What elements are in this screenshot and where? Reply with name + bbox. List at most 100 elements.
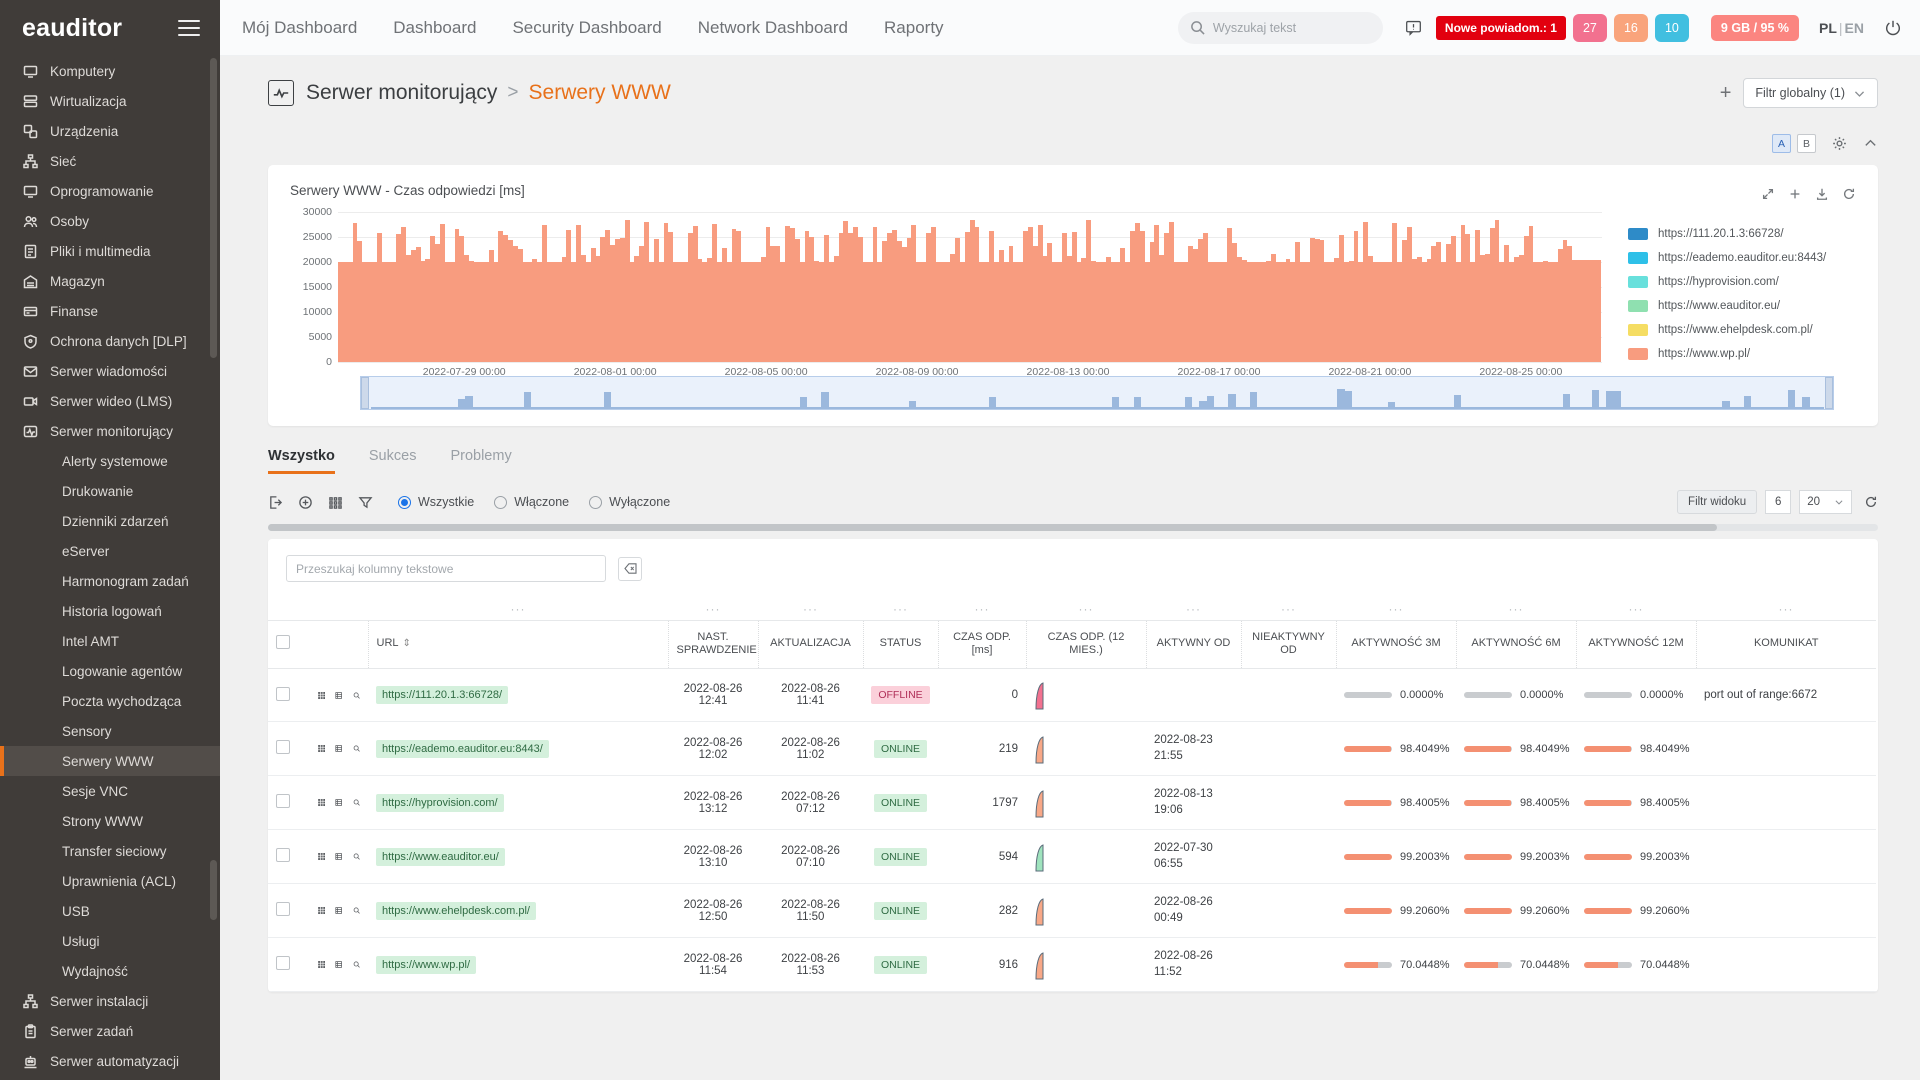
sidebar-item-drukowanie[interactable]: Drukowanie bbox=[0, 476, 220, 506]
horizontal-scrollbar[interactable] bbox=[268, 524, 1878, 531]
refresh-icon[interactable] bbox=[1842, 187, 1856, 201]
sidebar-item-komputery[interactable]: Komputery bbox=[0, 56, 220, 86]
url-cell[interactable]: https://www.wp.pl/ bbox=[368, 937, 668, 993]
grid-icon[interactable] bbox=[318, 689, 326, 702]
search-icon[interactable] bbox=[353, 689, 360, 702]
tab-sukces[interactable]: Sukces bbox=[369, 448, 435, 476]
view-filter-button[interactable]: Filtr widoku bbox=[1677, 490, 1758, 514]
layout-b-button[interactable]: B bbox=[1797, 134, 1816, 153]
sidebar-item-dzienniki-zdarze[interactable]: Dzienniki zdarzeń bbox=[0, 506, 220, 536]
sidebar-item-urz-dzenia[interactable]: Urządzenia bbox=[0, 116, 220, 146]
url-link[interactable]: https://eademo.eauditor.eu:8443/ bbox=[376, 739, 549, 758]
sidebar-item-serwer-wiadomo-ci[interactable]: Serwer wiadomości bbox=[0, 356, 220, 386]
sidebar-item-alerty-systemowe[interactable]: Alerty systemowe bbox=[0, 446, 220, 476]
column-header-czas-odp-ms[interactable]: CZAS ODP. [ms] bbox=[937, 619, 1026, 669]
radio-wyłączone[interactable]: Wyłączone bbox=[589, 495, 670, 509]
search-input[interactable] bbox=[1212, 20, 1374, 35]
sidebar-scrollbar-secondary[interactable] bbox=[210, 860, 217, 920]
sidebar-item-wirtualizacja[interactable]: Wirtualizacja bbox=[0, 86, 220, 116]
expand-icon[interactable] bbox=[1761, 187, 1775, 201]
notification-icon[interactable] bbox=[1405, 19, 1422, 36]
tab-problemy[interactable]: Problemy bbox=[450, 448, 529, 476]
top-nav-item-dashboard[interactable]: Dashboard bbox=[375, 18, 494, 38]
top-nav-item-network-dashboard[interactable]: Network Dashboard bbox=[680, 18, 866, 38]
sidebar-item-harmonogram-zada[interactable]: Harmonogram zadań bbox=[0, 566, 220, 596]
row-checkbox[interactable] bbox=[276, 794, 290, 809]
page-size-select[interactable]: 20 bbox=[1799, 490, 1852, 514]
legend-item[interactable]: https://www.wp.pl/ bbox=[1628, 342, 1856, 366]
column-header-status[interactable]: STATUS bbox=[862, 619, 938, 669]
url-link[interactable]: https://www.eauditor.eu/ bbox=[376, 847, 505, 866]
table-icon[interactable] bbox=[335, 904, 343, 917]
table-icon[interactable] bbox=[335, 796, 343, 809]
sort-arrow-icon[interactable]: ⇕ bbox=[403, 638, 411, 649]
add-circle-icon[interactable] bbox=[298, 495, 313, 510]
notification-badge[interactable]: Nowe powiadom.: 1 bbox=[1435, 15, 1566, 40]
counter-badge-1[interactable]: 27 bbox=[1572, 13, 1607, 42]
column-header-url[interactable]: URL ⇕ bbox=[367, 619, 668, 669]
refresh-icon[interactable] bbox=[1864, 495, 1878, 509]
sidebar-item-sesje-vnc[interactable]: Sesje VNC bbox=[0, 776, 220, 806]
download-icon[interactable] bbox=[1815, 187, 1829, 201]
table-icon[interactable] bbox=[335, 742, 343, 755]
sidebar-item-uprawnienia-acl[interactable]: Uprawnienia (ACL) bbox=[0, 866, 220, 896]
search-box[interactable] bbox=[1177, 11, 1383, 44]
url-link[interactable]: https://www.ehelpdesk.com.pl/ bbox=[376, 901, 536, 920]
column-search-input[interactable]: Przeszukaj kolumny tekstowe bbox=[286, 555, 606, 582]
counter-badge-2[interactable]: 16 bbox=[1613, 13, 1648, 42]
row-checkbox[interactable] bbox=[276, 848, 290, 863]
sidebar-item-intel-amt[interactable]: Intel AMT bbox=[0, 626, 220, 656]
column-menu-dots[interactable]: ··· bbox=[368, 594, 668, 620]
column-menu-dots[interactable]: ··· bbox=[668, 594, 758, 620]
tab-wszystko[interactable]: Wszystko bbox=[268, 448, 353, 476]
breadcrumb-parent[interactable]: Serwer monitorujący bbox=[306, 81, 497, 105]
url-link[interactable]: https://www.wp.pl/ bbox=[376, 955, 477, 974]
memory-badge[interactable]: 9 GB / 95 % bbox=[1710, 14, 1800, 41]
export-icon[interactable] bbox=[268, 495, 283, 510]
sidebar-item-serwer-instalacji[interactable]: Serwer instalacji bbox=[0, 986, 220, 1016]
url-cell[interactable]: https://111.20.1.3:66728/ bbox=[368, 668, 668, 722]
sidebar-item-historia-logowa[interactable]: Historia logowań bbox=[0, 596, 220, 626]
sidebar-item-oprogramowanie[interactable]: Oprogramowanie bbox=[0, 176, 220, 206]
search-icon[interactable] bbox=[353, 904, 360, 917]
sidebar-item-serwer-automatyzacji[interactable]: Serwer automatyzacji bbox=[0, 1046, 220, 1076]
sidebar-item-usb[interactable]: USB bbox=[0, 896, 220, 926]
sidebar-item-pliki-i-multimedia[interactable]: Pliki i multimedia bbox=[0, 236, 220, 266]
language-switcher[interactable]: PL | EN bbox=[1819, 20, 1864, 36]
column-menu-dots[interactable]: ··· bbox=[1456, 594, 1576, 620]
lang-en[interactable]: EN bbox=[1845, 20, 1864, 36]
column-menu-dots[interactable]: ··· bbox=[758, 594, 863, 620]
sidebar-item-wydajno[interactable]: Wydajność bbox=[0, 956, 220, 986]
search-icon[interactable] bbox=[353, 850, 360, 863]
lang-pl[interactable]: PL bbox=[1819, 20, 1837, 36]
sidebar-item-serwer-wideo-lms[interactable]: Serwer wideo (LMS) bbox=[0, 386, 220, 416]
table-icon[interactable] bbox=[335, 958, 343, 971]
column-header-aktywny-od[interactable]: AKTYWNY OD bbox=[1145, 619, 1241, 669]
column-header-aktywno-3m[interactable]: AKTYWNOŚĆ 3M bbox=[1335, 619, 1456, 669]
table-row[interactable]: https://www.eauditor.eu/2022-08-26 13:10… bbox=[268, 829, 1876, 885]
gear-icon[interactable] bbox=[1832, 136, 1847, 151]
table-row[interactable]: https://eademo.eauditor.eu:8443/2022-08-… bbox=[268, 721, 1876, 777]
column-header-czas-odp-12-mies[interactable]: CZAS ODP. (12 MIES.) bbox=[1025, 619, 1146, 669]
table-icon[interactable] bbox=[335, 689, 343, 702]
table-row[interactable]: https://www.wp.pl/2022-08-26 11:54 2022-0… bbox=[268, 937, 1876, 993]
sidebar-item-transfer-sieciowy[interactable]: Transfer sieciowy bbox=[0, 836, 220, 866]
url-cell[interactable]: https://eademo.eauditor.eu:8443/ bbox=[368, 721, 668, 777]
plus-icon[interactable] bbox=[1788, 187, 1802, 201]
sidebar-item-ochrona-danych-dlp[interactable]: Ochrona danych [DLP] bbox=[0, 326, 220, 356]
column-menu-dots[interactable]: ··· bbox=[1576, 594, 1696, 620]
search-icon[interactable] bbox=[353, 796, 360, 809]
filter-icon[interactable] bbox=[358, 495, 373, 510]
search-icon[interactable] bbox=[353, 742, 360, 755]
legend-item[interactable]: https://www.ehelpdesk.com.pl/ bbox=[1628, 318, 1856, 342]
sidebar-item-us-ugi[interactable]: Usługi bbox=[0, 926, 220, 956]
clear-icon[interactable] bbox=[618, 556, 642, 581]
legend-item[interactable]: https://eademo.eauditor.eu:8443/ bbox=[1628, 246, 1856, 270]
column-menu-dots[interactable]: ··· bbox=[1696, 594, 1876, 620]
url-cell[interactable]: https://hyprovision.com/ bbox=[368, 775, 668, 831]
range-handle-right[interactable] bbox=[1825, 377, 1833, 409]
filter-count-input[interactable]: 6 bbox=[1765, 490, 1792, 514]
grid-icon[interactable] bbox=[328, 495, 343, 510]
layout-a-button[interactable]: A bbox=[1772, 134, 1791, 153]
column-menu-dots[interactable]: ··· bbox=[938, 594, 1026, 620]
